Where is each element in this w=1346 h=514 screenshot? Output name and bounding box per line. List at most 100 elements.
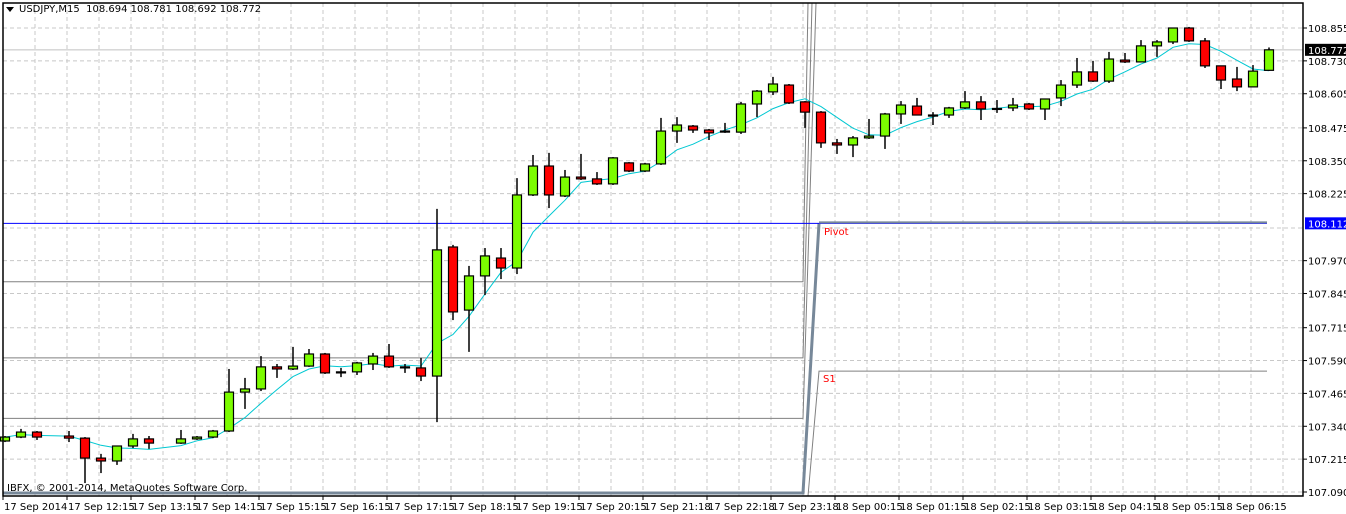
x-tick-label: 17 Sep 23:18 (772, 502, 839, 513)
bull-candle (479, 255, 491, 277)
bear-candle (591, 178, 603, 185)
x-tick-label: 18 Sep 03:15 (1028, 502, 1095, 513)
y-tick-label: 108.605 (1308, 90, 1346, 101)
bear-candle (319, 353, 331, 374)
bear-candle (575, 176, 587, 180)
bull-candle (1247, 70, 1259, 88)
pivot-price-label: 108.112 (1308, 219, 1346, 230)
bull-candle (671, 124, 683, 132)
bear-candle (1231, 78, 1243, 88)
bull-candle (991, 107, 1003, 111)
bull-candle (879, 113, 891, 137)
x-tick-label: 17 Sep 22:18 (708, 502, 775, 513)
y-tick-label: 107.970 (1308, 257, 1346, 268)
x-tick-label: 17 Sep 20:15 (580, 502, 647, 513)
y-tick-label: 107.215 (1308, 455, 1346, 466)
bear-candle (143, 438, 155, 444)
x-tick-label: 18 Sep 06:15 (1220, 502, 1287, 513)
bull-candle (719, 130, 731, 133)
bear-candle (815, 111, 827, 144)
bull-candle (1167, 27, 1179, 43)
bull-candle (1263, 49, 1275, 71)
level-line (3, 2, 813, 359)
x-tick-label: 17 Sep 2014 (4, 502, 67, 513)
bull-candle (639, 163, 651, 172)
bear-candle (543, 165, 555, 196)
bear-candle (415, 367, 427, 377)
x-tick-label: 18 Sep 02:15 (964, 502, 1031, 513)
x-tick-label: 17 Sep 12:15 (68, 502, 135, 513)
bull-candle (895, 104, 907, 115)
y-tick-label: 108.350 (1308, 157, 1346, 168)
y-tick-label: 107.465 (1308, 389, 1346, 400)
y-tick-label: 107.845 (1308, 290, 1346, 301)
y-tick-label: 108.475 (1308, 124, 1346, 135)
bull-candle (431, 249, 443, 377)
bear-candle (831, 142, 843, 146)
x-tick-label: 17 Sep 15:15 (260, 502, 327, 513)
y-tick-label: 108.730 (1308, 57, 1346, 68)
candles (0, 26, 1275, 484)
bull-candle (927, 114, 939, 117)
bull-candle (655, 130, 667, 165)
x-tick-label: 17 Sep 16:15 (324, 502, 391, 513)
bear-candle (79, 437, 91, 459)
bull-candle (335, 371, 347, 374)
bull-candle (1135, 45, 1147, 63)
x-tick-label: 18 Sep 01:15 (900, 502, 967, 513)
x-tick-label: 18 Sep 00:15 (836, 502, 903, 513)
current-price-label: 108.772 (1308, 46, 1346, 57)
bear-candle (1119, 59, 1131, 63)
bull-candle (1151, 41, 1163, 47)
bull-candle (863, 135, 875, 139)
bull-candle (15, 431, 27, 438)
bull-candle (191, 436, 203, 440)
y-tick-label: 107.340 (1308, 422, 1346, 433)
dropdown-triangle-icon[interactable] (6, 6, 14, 12)
x-tick-label: 17 Sep 14:15 (196, 502, 263, 513)
bear-candle (271, 366, 283, 370)
bull-candle (351, 362, 363, 373)
s1-label: S1 (823, 374, 836, 385)
bear-candle (495, 257, 507, 269)
level-line (3, 2, 817, 419)
bull-candle (367, 355, 379, 365)
bull-candle (207, 430, 219, 438)
bull-candle (607, 157, 619, 185)
x-tick-label: 17 Sep 17:15 (388, 502, 455, 513)
y-tick-label: 107.715 (1308, 324, 1346, 335)
bear-candle (447, 246, 459, 313)
bear-candle (1087, 71, 1099, 82)
price-chart[interactable]: 108.855 108.730 108.605 108.475 108.350 108.2… (0, 0, 1346, 514)
bull-candle (751, 90, 763, 105)
bear-candle (703, 129, 715, 134)
bull-candle (959, 101, 971, 109)
bull-candle (287, 365, 299, 370)
bull-candle (1039, 98, 1051, 110)
bull-candle (0, 436, 11, 442)
bear-candle (799, 101, 811, 113)
x-tick-label: 17 Sep 18:15 (452, 502, 519, 513)
y-tick-label: 107.590 (1308, 357, 1346, 368)
x-tick-label: 18 Sep 04:15 (1092, 502, 1159, 513)
bull-candle (943, 107, 955, 116)
bear-candle (623, 162, 635, 172)
x-tick-label: 17 Sep 13:15 (132, 502, 199, 513)
bull-candle (175, 438, 187, 444)
bear-candle (783, 84, 795, 104)
bear-candle (95, 457, 107, 462)
chart-header: USDJPY,M15 108.694 108.781 108.692 108.7… (6, 4, 261, 15)
bull-candle (559, 176, 571, 197)
bear-candle (31, 431, 43, 438)
bull-candle (111, 445, 123, 462)
y-tick-label: 108.225 (1308, 190, 1346, 201)
bear-candle (687, 125, 699, 131)
x-tick-label: 17 Sep 21:18 (644, 502, 711, 513)
bear-candle (1199, 40, 1211, 67)
bull-candle (463, 275, 475, 311)
y-tick-label: 107.090 (1308, 488, 1346, 499)
bull-candle (1007, 104, 1019, 109)
bear-candle (911, 105, 923, 116)
copyright: IBFX, © 2001-2014, MetaQuotes Software C… (7, 483, 248, 494)
bull-candle (223, 391, 235, 432)
